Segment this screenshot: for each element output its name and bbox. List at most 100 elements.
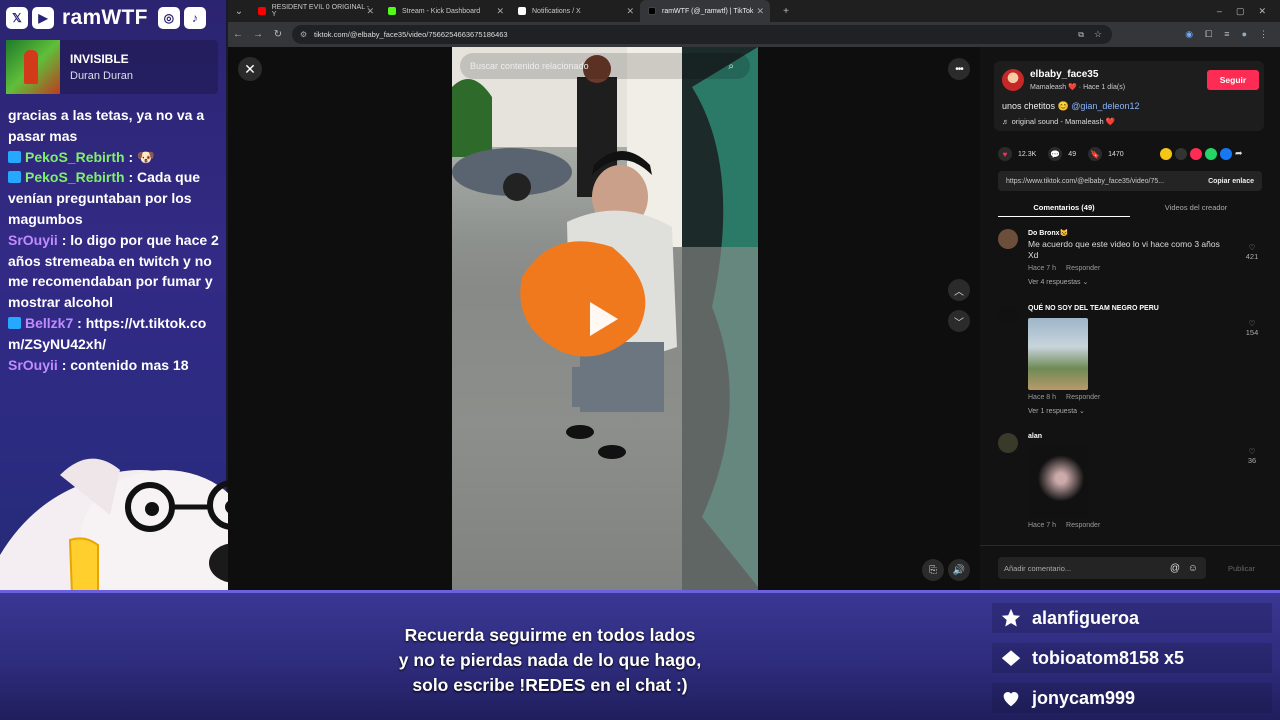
tab-creator-videos[interactable]: Videos del creador <box>1130 197 1262 217</box>
comment-like[interactable]: ♡ 154 <box>1242 319 1262 337</box>
chat-message: SrOuyii : lo digo por que hace 2 años st… <box>8 230 220 313</box>
more-options-button[interactable]: ••• <box>948 58 970 80</box>
heart-outline-icon[interactable]: ♡ <box>1242 319 1262 328</box>
commenter-name[interactable]: QUÉ NO SOY DEL TEAM NEGRO PERU <box>1028 301 1232 312</box>
tab-youtube[interactable]: RESIDENT EVIL 0 ORIGINAL - Y ✕ <box>250 0 380 22</box>
browser-window: ⌄ RESIDENT EVIL 0 ORIGINAL - Y ✕ Stream -… <box>228 0 1280 590</box>
comment-input[interactable]: Añadir comentario... @ ☺ <box>998 557 1206 579</box>
view-replies-link[interactable]: Ver 1 respuesta ⌄ <box>1028 407 1232 415</box>
extensions-puzzle-icon[interactable]: ⧠ <box>1205 29 1212 40</box>
extension-icon[interactable]: ◉ <box>1185 29 1193 40</box>
video-player[interactable]: Buscar contenido relacionado ⌕ <box>452 47 758 590</box>
tab-x[interactable]: Notifications / X ✕ <box>510 0 640 22</box>
tab-comments[interactable]: Comentarios (49) <box>998 197 1130 217</box>
commenter-name[interactable]: alan <box>1028 429 1232 440</box>
embed-icon[interactable] <box>1175 148 1187 160</box>
close-tab-icon[interactable]: ✕ <box>756 6 764 17</box>
follow-button[interactable]: Seguir <box>1207 70 1259 90</box>
whatsapp-icon[interactable] <box>1205 148 1217 160</box>
tab-kick[interactable]: Stream - Kick Dashboard ✕ <box>380 0 510 22</box>
youtube-favicon-icon <box>258 7 266 15</box>
volume-icon[interactable]: 🔊 <box>948 559 970 581</box>
copy-link-button[interactable]: Copiar enlace <box>1208 178 1254 185</box>
maximize-icon[interactable]: ▢ <box>1236 6 1245 17</box>
post-link: https://www.tiktok.com/@elbaby_face35/vi… <box>1006 177 1165 185</box>
sub-badge-icon <box>8 150 21 163</box>
coin-icon[interactable] <box>1160 148 1172 160</box>
minimize-icon[interactable]: – <box>1217 6 1222 17</box>
heart-icon <box>1003 692 1019 707</box>
sub-badge-icon <box>8 171 21 184</box>
report-icon[interactable]: ⎘ <box>922 559 944 581</box>
likes-count: 12.3K <box>1018 150 1037 158</box>
commenter-avatar[interactable] <box>998 229 1018 249</box>
reply-button[interactable]: Responder <box>1066 394 1100 401</box>
reload-button[interactable]: ↻ <box>268 29 288 40</box>
comment-image[interactable] <box>1028 318 1088 390</box>
menu-kebab-icon[interactable]: ⋮ <box>1259 29 1268 40</box>
video-area: ✕ Buscar contenido relacionado ⌕ ••• ︿ ﹀… <box>228 47 980 590</box>
emoji-icon[interactable]: ☺ <box>1188 563 1198 574</box>
comment-like[interactable]: ♡ 36 <box>1242 447 1262 465</box>
author-username[interactable]: elbaby_face35 <box>1030 69 1098 80</box>
event-text: tobioatom8158 x5 <box>1032 647 1185 668</box>
facebook-icon[interactable] <box>1220 148 1232 160</box>
commenter-name[interactable]: Do Bronx😼 <box>1028 225 1232 237</box>
diamond-icon <box>1001 650 1021 666</box>
bookmark-icon[interactable]: 🔖 <box>1088 147 1103 161</box>
reply-button[interactable]: Responder <box>1066 265 1100 272</box>
close-tab-icon[interactable]: ✕ <box>366 6 374 17</box>
chat-message: Bellzk7 : https://vt.tiktok.com/ZSyNU42x… <box>8 313 220 355</box>
profile-avatar-icon[interactable]: ● <box>1242 29 1247 40</box>
heart-outline-icon[interactable]: ♡ <box>1242 447 1262 456</box>
chat-message: PekoS_Rebirth : Cada que venían pregunta… <box>8 167 220 229</box>
video-search-bar[interactable]: Buscar contenido relacionado ⌕ <box>460 53 750 79</box>
site-info-icon[interactable]: ⚙ <box>300 30 307 39</box>
address-bar[interactable]: ⚙ tiktok.com/@elbaby_face35/video/756625… <box>292 25 1112 44</box>
now-playing: INVISIBLE Duran Duran <box>6 40 218 94</box>
heart-outline-icon[interactable]: ♡ <box>1242 243 1262 252</box>
video-search-placeholder: Buscar contenido relacionado <box>470 61 589 71</box>
comment-time: Hace 7 h <box>1028 522 1057 529</box>
commenter-avatar[interactable] <box>998 433 1018 453</box>
tab-tiktok[interactable]: ramWTF (@_ramwtf) | TikTok ✕ <box>640 0 770 22</box>
author-avatar[interactable] <box>1002 69 1024 91</box>
chat-text: : <box>124 148 138 165</box>
close-window-icon[interactable]: ✕ <box>1258 6 1266 17</box>
comment-image[interactable] <box>1028 446 1088 518</box>
like-heart-icon[interactable]: ♥ <box>998 147 1012 161</box>
search-icon[interactable]: ⌕ <box>728 61 734 72</box>
comment-meta: Hace 7 h Responder <box>1028 522 1232 529</box>
media-control-icon[interactable]: ≡ <box>1224 29 1229 40</box>
chat-text: gracias a las tetas, ya no va a pasar ma… <box>8 107 205 144</box>
publish-button[interactable]: Publicar <box>1228 564 1255 573</box>
forward-button[interactable]: → <box>248 29 268 40</box>
view-replies-link[interactable]: Ver 4 respuestas ⌄ <box>1028 278 1232 286</box>
next-video-button[interactable]: ﹀ <box>948 310 970 332</box>
music-link[interactable]: ♬ original sound - Mamaleash ❤️ <box>1002 117 1115 126</box>
install-icon[interactable]: ⧉ <box>1078 30 1084 40</box>
previous-video-button[interactable]: ︿ <box>948 279 970 301</box>
chat-user: PekoS_Rebirth <box>25 148 125 165</box>
comment-item: QUÉ NO SOY DEL TEAM NEGRO PERU Hace 8 h R… <box>998 301 1262 423</box>
mention-icon[interactable]: @ <box>1170 563 1180 574</box>
close-tab-icon[interactable]: ✕ <box>496 6 504 17</box>
share-arrow-icon[interactable]: ➦ <box>1235 148 1243 160</box>
commenter-avatar[interactable] <box>998 305 1018 325</box>
comment-icon[interactable]: 💬 <box>1048 147 1063 161</box>
send-icon[interactable] <box>1190 148 1202 160</box>
comment-like[interactable]: ♡ 421 <box>1242 243 1262 261</box>
new-tab-button[interactable]: + <box>776 6 796 17</box>
reply-button[interactable]: Responder <box>1066 522 1100 529</box>
bookmark-star-icon[interactable]: ☆ <box>1094 29 1102 40</box>
song-artist: Duran Duran <box>70 70 133 82</box>
back-button[interactable]: ← <box>228 29 248 40</box>
caption-mention[interactable]: @gian_deleon12 <box>1071 101 1139 111</box>
tab-search-button[interactable]: ⌄ <box>228 6 250 17</box>
close-tab-icon[interactable]: ✕ <box>626 6 634 17</box>
play-icon[interactable] <box>590 302 618 336</box>
overlay-message: Recuerda seguirme en todos lados y no te… <box>370 623 730 698</box>
comments-count: 49 <box>1068 150 1077 158</box>
engagement-stats: ♥ 12.3K 💬 49 🔖 1470 <box>998 145 1124 163</box>
close-video-button[interactable]: ✕ <box>238 57 262 81</box>
